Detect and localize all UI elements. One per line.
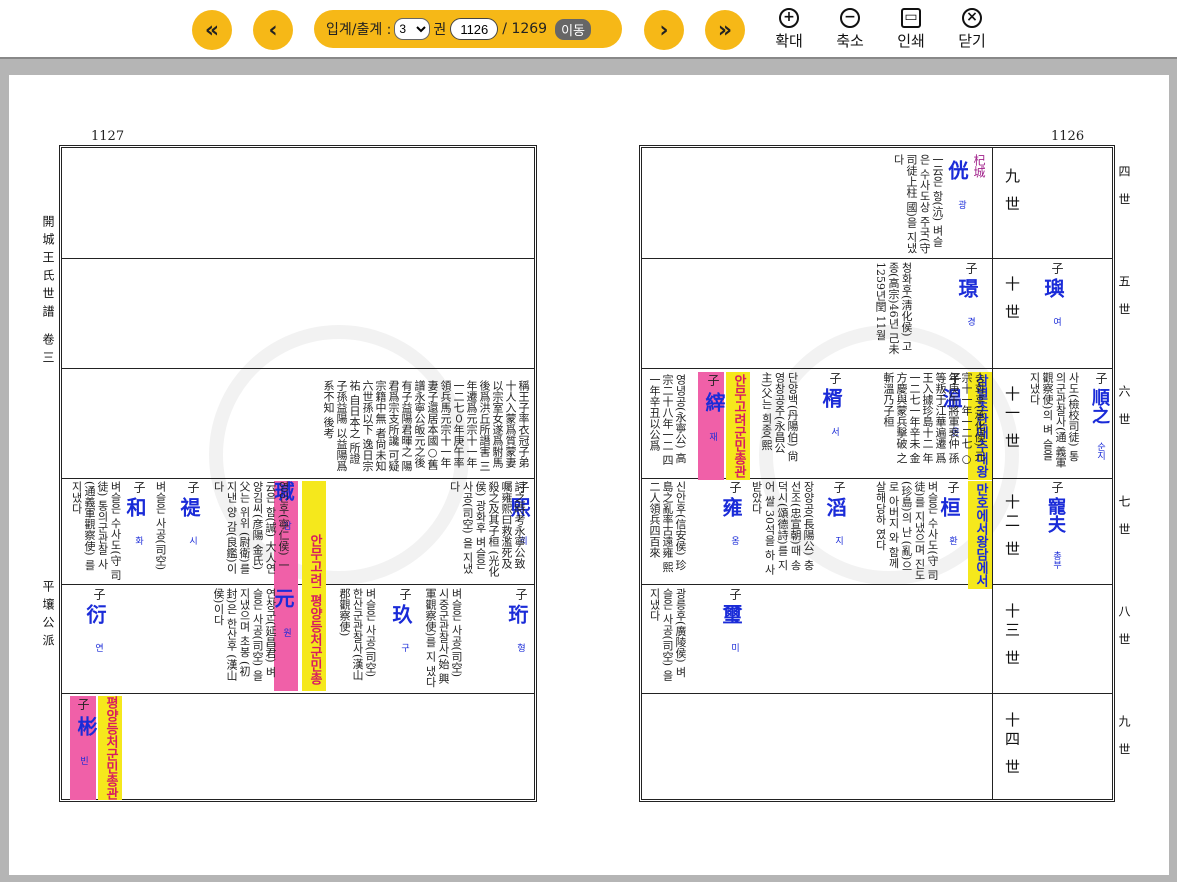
highlight-彬 — [70, 696, 96, 800]
name-楈[interactable]: 楈 — [817, 388, 846, 408]
gen-12: 十二 世 — [1003, 494, 1021, 560]
name-璵[interactable]: 璵 — [1039, 278, 1068, 298]
zoom-out-label: 축소 — [836, 32, 864, 50]
highlight-縡 — [698, 372, 724, 480]
entry-滔: 子 滔 지 장양공(長陽公) 충선조(忠宣朝)때 송덕시(頌德詩)를 지어 쌀 … — [750, 481, 850, 581]
name-玖[interactable]: 玖 — [387, 604, 416, 624]
page-input[interactable] — [450, 18, 499, 40]
first-page-button[interactable]: « — [192, 10, 232, 50]
zoom-in-button[interactable]: + 확대 — [766, 8, 812, 51]
right-page-number: 1126 — [1051, 129, 1085, 144]
volume-select[interactable]: 3 — [394, 18, 431, 40]
prev-page-button[interactable]: ‹ — [253, 10, 293, 50]
book-spread: 1127 開城王氏世譜 卷三 平壤公派 稱王子率衣冠子弟 十人入蒙爲質蒙妻 以宗… — [9, 75, 1169, 875]
go-button[interactable]: 이동 — [555, 18, 592, 40]
chevron-left-icon: ‹ — [268, 17, 278, 43]
left-page-branch: 平壤公派 — [41, 580, 55, 652]
title-tag-寵夫: 만호에서왕담에서봉 — [968, 481, 992, 589]
left-page-frame: 稱王子率衣冠子弟 十人入蒙爲質蒙妻 以宗室女遂爲駙馬 後爲洪丘所譖害 三年遷爲元… — [59, 145, 537, 802]
minus-circle-icon: − — [840, 8, 860, 28]
gen-11: 十一 世 — [1003, 386, 1021, 452]
gen-9: 九 世 — [1003, 168, 1021, 215]
name-璟[interactable]: 璟 — [953, 278, 982, 298]
entry-雍: 子 雍 옹 신안후(信安侯) 珍島之亂率古遠雍 熙二人領兵四百來 — [648, 481, 746, 581]
name-桓[interactable]: 桓 — [935, 497, 964, 517]
double-chevron-left-icon: « — [204, 17, 220, 43]
entry-順之: 子 順之 순지 사도(檢校司徒) 통의군관찰사(通 義軍觀察使)의 벼 슬을 지… — [1028, 372, 1112, 468]
next-page-button[interactable]: › — [644, 10, 684, 50]
print-button[interactable]: ▭ 인쇄 — [888, 8, 934, 51]
title-tag-彬: 평양등처군민총관 — [98, 696, 122, 800]
title-tag-元: 평양등처군민총관 — [302, 588, 326, 690]
name-順之[interactable]: 順之 — [1086, 388, 1112, 424]
page-label: 입계/출계 : — [326, 22, 392, 38]
entry-寵夫: 子 寵夫 총부 — [1028, 481, 1068, 581]
name-滔[interactable]: 滔 — [821, 497, 850, 517]
page-navigator: 입계/출계 : 3 권 / 1269 이동 — [314, 10, 622, 48]
viewer-toolbar: « ‹ 입계/출계 : 3 권 / 1269 이동 › » + 확대 − 축소 ▭ 인… — [0, 0, 1177, 59]
gen-divider — [992, 148, 993, 799]
right-page-frame: 九 世 十 世 十一 世 十二 世 十三 世 十四 世 杞城 侊 광 一云은 항… — [639, 145, 1115, 802]
printer-icon: ▭ — [901, 8, 921, 28]
entry-璵: 子 璵 여 — [1028, 262, 1068, 362]
right-side-gens: 四 世 五 世 六 世 七 世 八 世 九 世 — [1117, 165, 1131, 761]
close-button[interactable]: × 닫기 — [949, 8, 995, 51]
entry-熙: 子 熙 희 討之時考永寧公致 囑雍熙曰救濫死及 殺之及其子桓 (光化侯) 광화후… — [448, 481, 534, 581]
zoom-out-button[interactable]: − 축소 — [827, 8, 873, 51]
name-璽[interactable]: 璽 — [717, 604, 746, 624]
name-彬[interactable]: 彬 — [72, 716, 101, 736]
name-雍[interactable]: 雍 — [717, 497, 746, 517]
entry-禔: 子 禔 시 벼슬은 사공(司空) — [154, 481, 204, 581]
entry-璟: 子 璟 경 청화후(淸化侯) 고종(高宗)46년 己未1259년閏 11월 — [874, 262, 982, 362]
print-label: 인쇄 — [897, 32, 925, 50]
text-縡: 영녕공(永寧公) 高宗二十八年一二 四一年辛丑以公爲 — [648, 374, 687, 466]
entry-和: 子 和 화 벼슬은 수사도(守 司徒) 통의군관찰 사(通義軍觀察使) 를 지냈… — [70, 481, 150, 581]
entry-玖: 子 玖 구 벼슬은 사공(司空) 한산군관찰사(漢山 郡觀察使) — [338, 588, 416, 688]
chevron-right-icon: › — [659, 17, 669, 43]
entry-桓: 子 桓 환 벼슬은 수사도(守 司徒)를 지냈으며 진도(珍島)의 난 (亂)으… — [874, 481, 964, 581]
name-珩[interactable]: 珩 — [503, 604, 532, 624]
entry-楈: 子 楈 서 단양백(丹陽伯) 尙영창공주(永昌公 主)父는 희종(熙 — [760, 372, 846, 472]
entry-璽: 子 璽 미 광릉후(廣陵侯) 벼슬은 사공(司空) 을 지냈다 — [648, 588, 746, 688]
entry-衍: 子 衍 연 — [70, 588, 110, 688]
name-侊[interactable]: 侊 — [943, 160, 972, 180]
gen-13: 十三 世 — [1003, 603, 1021, 669]
gen-10: 十 世 — [1003, 276, 1021, 323]
entry-瑊: 瑊 감 영인후(寧仁侯) 一云은 함(諴) 大人연양김씨(彦陽 金氏) 父는 위… — [212, 481, 298, 581]
close-label: 닫기 — [958, 32, 986, 50]
left-page-side-title: 開城王氏世譜 卷三 — [41, 215, 55, 369]
left-historical-text: 稱王子率衣冠子弟 十人入蒙爲質蒙妻 以宗室女遂爲駙馬 後爲洪丘所譖害 三年遷爲元… — [322, 380, 530, 472]
name-禔[interactable]: 禔 — [175, 497, 204, 517]
name-縡[interactable]: 縡 — [700, 392, 729, 412]
entry-温: 子 温 온 승화후(承化侯) 元宗十一年一二七 ○年庚午將軍裵仲 孫等叛于江華遍… — [882, 372, 986, 466]
plus-circle-icon: + — [779, 8, 799, 28]
entry-珩: 子 珩 형 벼슬은 사공(司空) 시중군관찰사(始 興軍觀察使)를 지 냈다 — [424, 588, 532, 688]
entry-侊: 杞城 侊 광 一云은 항(沆) 벼슬은 수사도상 주국(守司徒上柱 國)을 지냈… — [892, 154, 986, 254]
close-icon: × — [962, 8, 982, 28]
double-chevron-right-icon: » — [717, 17, 733, 43]
left-page-number: 1127 — [91, 129, 125, 144]
page-total: / 1269 — [502, 21, 548, 37]
gen-14: 十四 世 — [1003, 712, 1021, 778]
name-寵夫[interactable]: 寵夫 — [1042, 497, 1068, 533]
name-和[interactable]: 和 — [121, 497, 150, 517]
name-衍[interactable]: 衍 — [81, 604, 110, 624]
volume-suffix: 권 — [433, 22, 447, 38]
entry-元: 元 원 연창군(延昌君) 벼슬은 사공(司空) 을 지냈으며 초봉 (初封)은 … — [212, 588, 298, 688]
last-page-button[interactable]: » — [705, 10, 745, 50]
document-viewer[interactable]: 1127 開城王氏世譜 卷三 平壤公派 稱王子率衣冠子弟 十人入蒙爲質蒙妻 以宗… — [0, 59, 1177, 882]
zoom-in-label: 확대 — [775, 32, 803, 50]
title-tag-縡: 안무고려군민총관 — [726, 372, 750, 480]
